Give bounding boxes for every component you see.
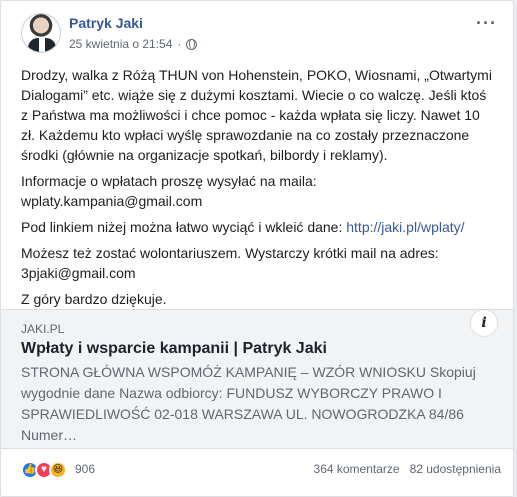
post-paragraph: Możesz też zostać wolontariuszem. Wystar…: [21, 245, 439, 281]
post-paragraph: Informacje o wpłatach proszę wysyłać na …: [21, 173, 317, 209]
post-paragraph: Drodzy, walka z Różą THUN von Hohenstein…: [21, 67, 492, 163]
preview-title[interactable]: Wpłaty i wsparcie kampanii | Patryk Jaki: [21, 340, 327, 358]
comments-count[interactable]: 364 komentarze: [314, 462, 400, 476]
post-meta: 25 kwietnia o 21:54 ·: [69, 37, 198, 51]
post-timestamp[interactable]: 25 kwietnia o 21:54: [69, 37, 172, 51]
meta-separator: ·: [177, 37, 182, 51]
link-intro: Pod linkiem niżej można łatwo wyciąć i w…: [21, 219, 347, 235]
preview-domain: JAKI.PL: [21, 322, 65, 336]
reaction-count[interactable]: 906: [75, 462, 95, 476]
post-link[interactable]: http://jaki.pl/wplaty/: [346, 219, 464, 235]
info-icon[interactable]: i: [471, 310, 497, 336]
engagement-stats: 364 komentarze 82 udostępnienia: [314, 462, 501, 476]
post-paragraph: Z góry bardzo dziękuje.: [21, 291, 167, 307]
post-paragraph: Pod linkiem niżej można łatwo wyciąć i w…: [21, 217, 497, 237]
preview-description: STRONA GŁÓWNA WSPOMÓŻ KAMPANIĘ – WZÓR WN…: [21, 364, 476, 443]
more-options-icon[interactable]: ···: [476, 13, 497, 34]
post-footer: 👍 ♥ 😆 906 364 komentarze 82 udostępnieni…: [21, 459, 501, 483]
shares-count[interactable]: 82 udostępnienia: [410, 462, 501, 476]
post-header: Patryk Jaki 25 kwietnia o 21:54 · ···: [21, 13, 501, 57]
avatar-shirt: [39, 38, 45, 52]
facebook-post: Patryk Jaki 25 kwietnia o 21:54 · ··· Dr…: [0, 0, 514, 497]
link-preview[interactable]: JAKI.PL Wpłaty i wsparcie kampanii | Pat…: [1, 309, 513, 449]
globe-icon[interactable]: [186, 38, 198, 50]
author-name[interactable]: Patryk Jaki: [69, 15, 143, 31]
post-text: Drodzy, walka z Różą THUN von Hohenstein…: [21, 65, 497, 315]
reactions[interactable]: 👍 ♥ 😆: [21, 461, 67, 479]
author-avatar[interactable]: [21, 13, 61, 53]
haha-reaction-icon: 😆: [49, 461, 67, 479]
